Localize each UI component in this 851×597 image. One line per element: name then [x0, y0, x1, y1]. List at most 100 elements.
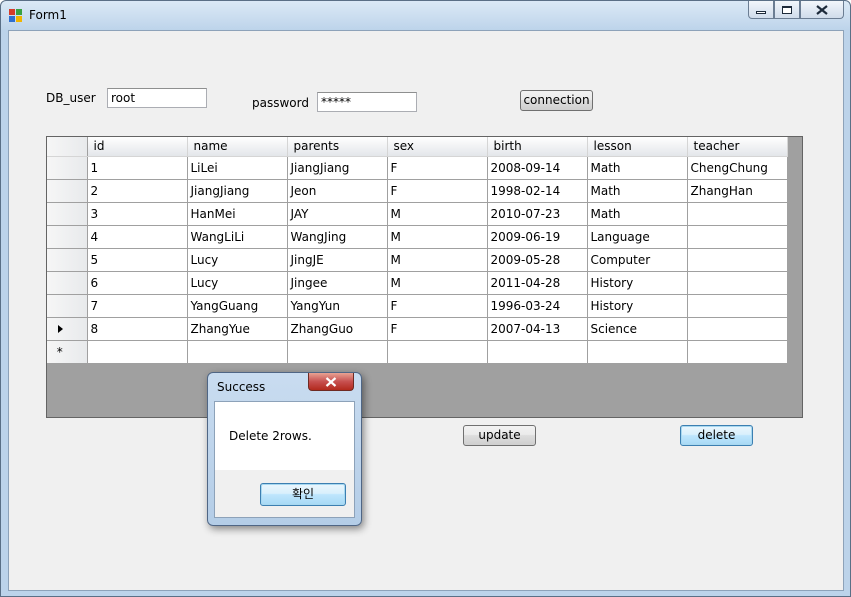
row-header-current[interactable]: [47, 317, 88, 341]
cell-sex[interactable]: M: [387, 271, 488, 295]
cell-lesson[interactable]: History: [587, 294, 688, 318]
cell-birth[interactable]: 2011-04-28: [487, 271, 588, 295]
row-header[interactable]: [47, 202, 88, 226]
maximize-button[interactable]: [774, 1, 800, 19]
minimize-button[interactable]: [748, 1, 774, 19]
column-header-sex[interactable]: sex: [387, 137, 488, 157]
cell-parents[interactable]: JiangJiang: [287, 156, 388, 180]
table-row-current[interactable]: 8 ZhangYue ZhangGuo F 2007-04-13 Science: [47, 317, 788, 341]
table-row[interactable]: 1 LiLei JiangJiang F 2008-09-14 Math Che…: [47, 156, 788, 180]
cell-sex[interactable]: F: [387, 179, 488, 203]
cell-teacher[interactable]: [687, 202, 788, 226]
row-header[interactable]: [47, 271, 88, 295]
cell-sex[interactable]: F: [387, 156, 488, 180]
row-header[interactable]: [47, 248, 88, 272]
cell-name[interactable]: Lucy: [187, 248, 288, 272]
column-header-name[interactable]: name: [187, 137, 288, 157]
cell-sex[interactable]: M: [387, 202, 488, 226]
cell-birth[interactable]: 2009-06-19: [487, 225, 588, 249]
cell-name[interactable]: ZhangYue: [187, 317, 288, 341]
cell-birth[interactable]: 2010-07-23: [487, 202, 588, 226]
cell-parents[interactable]: JAY: [287, 202, 388, 226]
table-row[interactable]: 4 WangLiLi WangJing M 2009-06-19 Languag…: [47, 225, 788, 249]
table-row[interactable]: 5 Lucy JingJE M 2009-05-28 Computer: [47, 248, 788, 272]
grid-corner-header[interactable]: [47, 137, 88, 157]
column-header-lesson[interactable]: lesson: [587, 137, 688, 157]
cell-birth[interactable]: 2007-04-13: [487, 317, 588, 341]
cell-id[interactable]: 8: [87, 317, 188, 341]
cell-sex[interactable]: M: [387, 248, 488, 272]
table-row[interactable]: 7 YangGuang YangYun F 1996-03-24 History: [47, 294, 788, 318]
cell-new[interactable]: [487, 340, 588, 364]
cell-teacher[interactable]: [687, 294, 788, 318]
cell-parents[interactable]: YangYun: [287, 294, 388, 318]
row-header[interactable]: [47, 294, 88, 318]
cell-name[interactable]: JiangJiang: [187, 179, 288, 203]
cell-lesson[interactable]: Computer: [587, 248, 688, 272]
cell-lesson[interactable]: Math: [587, 202, 688, 226]
title-bar[interactable]: Form1: [1, 1, 850, 30]
cell-parents[interactable]: JingJE: [287, 248, 388, 272]
cell-id[interactable]: 3: [87, 202, 188, 226]
table-row[interactable]: 2 JiangJiang Jeon F 1998-02-14 Math Zhan…: [47, 179, 788, 203]
cell-new[interactable]: [87, 340, 188, 364]
dialog-close-button[interactable]: [308, 373, 354, 391]
cell-id[interactable]: 5: [87, 248, 188, 272]
cell-lesson[interactable]: History: [587, 271, 688, 295]
table-row[interactable]: 6 Lucy Jingee M 2011-04-28 History: [47, 271, 788, 295]
cell-birth[interactable]: 1996-03-24: [487, 294, 588, 318]
cell-new[interactable]: [687, 340, 788, 364]
column-header-parents[interactable]: parents: [287, 137, 388, 157]
cell-id[interactable]: 6: [87, 271, 188, 295]
cell-sex[interactable]: M: [387, 225, 488, 249]
row-header-new[interactable]: *: [47, 340, 88, 364]
close-button[interactable]: [800, 1, 844, 19]
cell-birth[interactable]: 1998-02-14: [487, 179, 588, 203]
cell-name[interactable]: HanMei: [187, 202, 288, 226]
connection-button[interactable]: connection: [520, 90, 593, 111]
update-button[interactable]: update: [463, 425, 536, 446]
table-row[interactable]: 3 HanMei JAY M 2010-07-23 Math: [47, 202, 788, 226]
cell-birth[interactable]: 2009-05-28: [487, 248, 588, 272]
cell-id[interactable]: 4: [87, 225, 188, 249]
cell-lesson[interactable]: Science: [587, 317, 688, 341]
cell-parents[interactable]: Jingee: [287, 271, 388, 295]
cell-lesson[interactable]: Math: [587, 179, 688, 203]
row-header[interactable]: [47, 156, 88, 180]
cell-sex[interactable]: F: [387, 317, 488, 341]
data-grid[interactable]: id name parents sex birth lesson teacher…: [46, 136, 803, 418]
cell-new[interactable]: [187, 340, 288, 364]
cell-new[interactable]: [287, 340, 388, 364]
column-header-id[interactable]: id: [87, 137, 188, 157]
cell-teacher[interactable]: ZhangHan: [687, 179, 788, 203]
cell-new[interactable]: [587, 340, 688, 364]
cell-name[interactable]: Lucy: [187, 271, 288, 295]
cell-name[interactable]: LiLei: [187, 156, 288, 180]
cell-id[interactable]: 7: [87, 294, 188, 318]
cell-teacher[interactable]: ChengChung: [687, 156, 788, 180]
row-header[interactable]: [47, 179, 88, 203]
dialog-ok-button[interactable]: 확인: [260, 483, 346, 506]
cell-id[interactable]: 1: [87, 156, 188, 180]
cell-lesson[interactable]: Language: [587, 225, 688, 249]
cell-parents[interactable]: ZhangGuo: [287, 317, 388, 341]
cell-id[interactable]: 2: [87, 179, 188, 203]
cell-name[interactable]: YangGuang: [187, 294, 288, 318]
cell-new[interactable]: [387, 340, 488, 364]
delete-button[interactable]: delete: [680, 425, 753, 446]
row-header[interactable]: [47, 225, 88, 249]
cell-lesson[interactable]: Math: [587, 156, 688, 180]
cell-teacher[interactable]: [687, 225, 788, 249]
cell-teacher[interactable]: [687, 271, 788, 295]
cell-birth[interactable]: 2008-09-14: [487, 156, 588, 180]
table-row-new[interactable]: *: [47, 340, 788, 364]
cell-sex[interactable]: F: [387, 294, 488, 318]
cell-teacher[interactable]: [687, 248, 788, 272]
column-header-teacher[interactable]: teacher: [687, 137, 788, 157]
db-user-input[interactable]: root: [107, 88, 207, 108]
cell-teacher[interactable]: [687, 317, 788, 341]
cell-name[interactable]: WangLiLi: [187, 225, 288, 249]
column-header-birth[interactable]: birth: [487, 137, 588, 157]
password-input[interactable]: *****: [317, 92, 417, 112]
cell-parents[interactable]: Jeon: [287, 179, 388, 203]
